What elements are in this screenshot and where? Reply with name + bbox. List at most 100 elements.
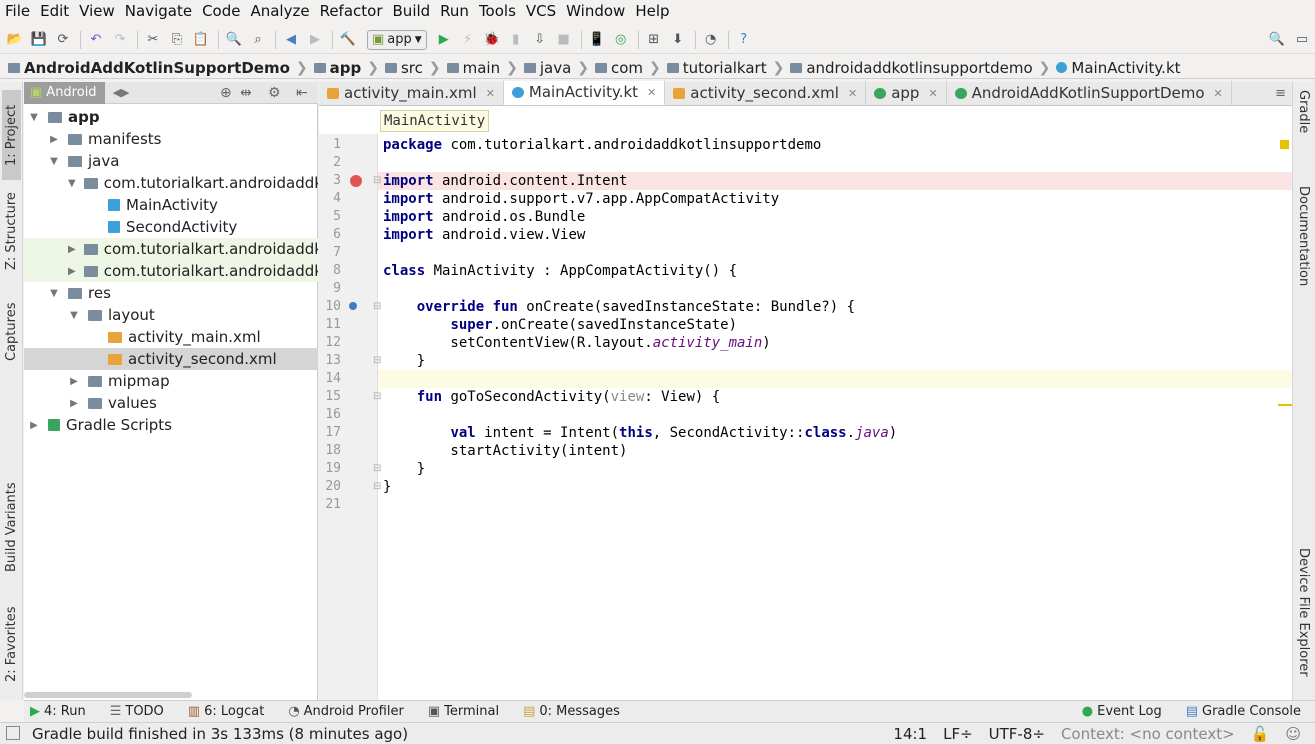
breadcrumb-item[interactable]: java ❯ xyxy=(523,59,595,77)
breadcrumb-item[interactable]: tutorialkart ❯ xyxy=(666,59,791,77)
menu-window[interactable]: Window xyxy=(561,2,630,20)
redo-icon[interactable]: ↷ xyxy=(109,29,131,51)
tree-item[interactable]: SecondActivity xyxy=(24,216,318,238)
chevron-right-icon[interactable]: ▶ xyxy=(68,244,76,255)
tree-item[interactable]: ▶ values xyxy=(24,392,318,414)
menu-tools[interactable]: Tools xyxy=(474,2,521,20)
menu-navigate[interactable]: Navigate xyxy=(120,2,197,20)
close-icon[interactable]: ✕ xyxy=(1214,87,1223,100)
bottom-tool-logcat[interactable]: ▥ 6: Logcat xyxy=(188,704,265,719)
file-encoding[interactable]: UTF-8÷ xyxy=(989,725,1045,743)
bottom-tool-profiler[interactable]: ◔ Android Profiler xyxy=(288,704,404,719)
search-everywhere-icon[interactable]: 🔍 xyxy=(1266,29,1288,51)
help-icon[interactable]: ? xyxy=(733,29,755,51)
chevron-down-icon[interactable]: ▼ xyxy=(48,156,60,167)
menu-view[interactable]: View xyxy=(74,2,120,20)
close-icon[interactable]: ✕ xyxy=(647,86,656,99)
chevron-down-icon[interactable]: ▼ xyxy=(28,112,40,123)
chevron-down-icon[interactable]: ▼ xyxy=(68,310,80,321)
tree-item[interactable]: MainActivity xyxy=(24,194,318,216)
chevron-down-icon[interactable]: ▼ xyxy=(68,178,76,189)
bottom-tool-gradle-console[interactable]: ▤ Gradle Console xyxy=(1186,704,1301,719)
profile-icon[interactable]: ▮ xyxy=(505,29,527,51)
tree-item[interactable]: ▼ app xyxy=(24,106,318,128)
line-separator[interactable]: LF÷ xyxy=(943,725,973,743)
chevron-right-icon[interactable]: ▶ xyxy=(68,266,76,277)
status-toggle-icon[interactable] xyxy=(6,726,20,740)
fold-icon[interactable]: ⊟ xyxy=(373,352,381,370)
menu-analyze[interactable]: Analyze xyxy=(245,2,314,20)
open-folder-icon[interactable]: 📂 xyxy=(4,29,26,51)
editor-tab[interactable]: activity_main.xml ✕ xyxy=(319,81,504,105)
tree-item[interactable]: activity_main.xml xyxy=(24,326,318,348)
fold-icon[interactable]: ⊟ xyxy=(373,298,381,316)
replace-icon[interactable]: ⌕ xyxy=(247,29,269,51)
close-icon[interactable]: ✕ xyxy=(486,87,495,100)
project-view-selector[interactable]: ▣ Android xyxy=(24,81,105,104)
lock-icon[interactable]: 🔓 xyxy=(1251,725,1270,743)
view-switch-icon[interactable]: ◀▶ xyxy=(113,86,130,99)
close-icon[interactable]: ✕ xyxy=(848,87,857,100)
breadcrumb-item[interactable]: com ❯ xyxy=(595,59,667,77)
tree-item[interactable]: ▶ com.tutorialkart.androidaddkotlinsuppor… xyxy=(24,260,318,282)
breadcrumb-item[interactable]: AndroidAddKotlinSupportDemo ❯ xyxy=(8,59,314,77)
breadcrumb-item[interactable]: main ❯ xyxy=(446,59,524,77)
bottom-tool-event-log[interactable]: ● Event Log xyxy=(1082,704,1162,719)
collapse-all-icon[interactable]: ⇹ xyxy=(240,85,252,101)
override-marker-icon[interactable] xyxy=(349,302,357,310)
tab-build-variants[interactable]: Build Variants xyxy=(2,472,21,582)
menu-edit[interactable]: Edit xyxy=(35,2,74,20)
close-icon[interactable]: ✕ xyxy=(928,87,937,100)
bottom-tool-messages[interactable]: ▤ 0: Messages xyxy=(523,704,620,719)
panel-toggle-icon[interactable]: ▭ xyxy=(1291,29,1313,51)
error-stripe-mark[interactable] xyxy=(1278,404,1292,406)
menu-help[interactable]: Help xyxy=(630,2,674,20)
debug-icon[interactable]: 🐞 xyxy=(481,29,503,51)
run-icon[interactable]: ▶ xyxy=(433,29,455,51)
project-structure-icon[interactable]: ⊞ xyxy=(643,29,665,51)
undo-icon[interactable]: ↶ xyxy=(85,29,107,51)
sdk-manager-icon[interactable]: ⬇ xyxy=(667,29,689,51)
inspector-icon[interactable]: ☺ xyxy=(1285,725,1301,743)
tree-item[interactable]: ▼ layout xyxy=(24,304,318,326)
breadcrumb-item[interactable]: src ❯ xyxy=(384,59,447,77)
copy-icon[interactable]: ⎘ xyxy=(166,29,188,51)
paste-icon[interactable]: 📋 xyxy=(190,29,212,51)
menu-build[interactable]: Build xyxy=(388,2,436,20)
attach-debugger-icon[interactable]: ⇩ xyxy=(529,29,551,51)
tree-item[interactable]: ▶ manifests xyxy=(24,128,318,150)
bottom-tool-run[interactable]: ▶ 4: Run xyxy=(30,704,86,719)
context-indicator[interactable]: Context: <no context> xyxy=(1061,725,1235,743)
tab-favorites[interactable]: 2: Favorites xyxy=(2,594,21,694)
forward-icon[interactable]: ▶ xyxy=(304,29,326,51)
gradle-sync-icon[interactable]: ◎ xyxy=(610,29,632,51)
breadcrumb-item[interactable]: app ❯ xyxy=(313,59,385,77)
gear-icon[interactable]: ⚙ xyxy=(268,85,281,101)
breakpoint-icon[interactable] xyxy=(350,175,362,187)
save-icon[interactable]: 💾 xyxy=(28,29,50,51)
apply-changes-icon[interactable]: ⚡ xyxy=(457,29,479,51)
back-icon[interactable]: ◀ xyxy=(280,29,302,51)
menu-code[interactable]: Code xyxy=(197,2,245,20)
fold-icon[interactable]: ⊟ xyxy=(373,388,381,406)
android-profiler-icon[interactable]: ◔ xyxy=(700,29,722,51)
fold-icon[interactable]: ⊟ xyxy=(373,478,381,496)
tree-item[interactable]: ▶ com.tutorialkart.androidaddkotlinsuppor… xyxy=(24,238,318,260)
menu-run[interactable]: Run xyxy=(435,2,474,20)
bottom-tool-todo[interactable]: ☰ TODO xyxy=(110,704,164,719)
tree-item[interactable]: ▶ Gradle Scripts xyxy=(24,414,318,436)
find-icon[interactable]: 🔍 xyxy=(223,29,245,51)
cut-icon[interactable]: ✂ xyxy=(142,29,164,51)
tab-gradle[interactable]: Gradle xyxy=(1296,90,1311,133)
menu-vcs[interactable]: VCS xyxy=(521,2,561,20)
chevron-right-icon[interactable]: ▶ xyxy=(28,420,40,431)
scroll-from-source-icon[interactable]: ⊕ xyxy=(220,85,232,101)
editor-tab[interactable]: MainActivity.kt ✕ xyxy=(503,81,666,105)
chevron-right-icon[interactable]: ▶ xyxy=(48,134,60,145)
tab-list-menu-icon[interactable]: ≡ xyxy=(1275,86,1286,101)
tab-structure[interactable]: Z: Structure xyxy=(2,186,21,276)
chevron-right-icon[interactable]: ▶ xyxy=(68,398,80,409)
chevron-right-icon[interactable]: ▶ xyxy=(68,376,80,387)
menu-refactor[interactable]: Refactor xyxy=(315,2,388,20)
tab-documentation[interactable]: Documentation xyxy=(1296,186,1311,286)
